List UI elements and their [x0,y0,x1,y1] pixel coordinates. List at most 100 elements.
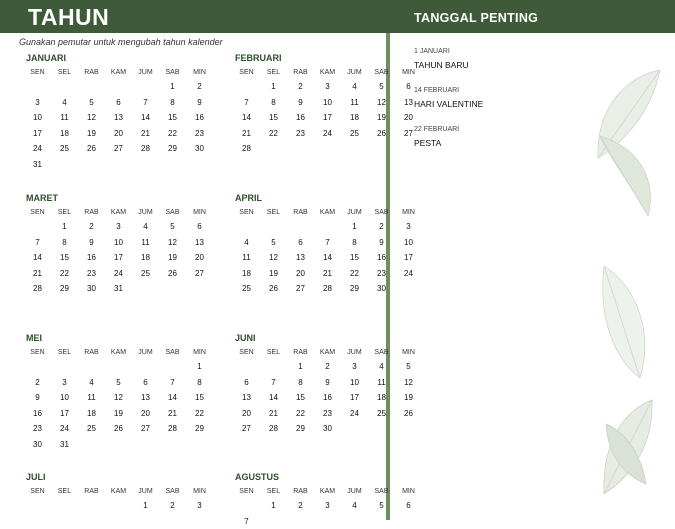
day-cell[interactable]: 9 [186,95,213,111]
day-cell[interactable]: 26 [395,406,422,422]
day-cell[interactable]: 15 [341,250,368,266]
day-cell[interactable]: 23 [24,421,51,437]
day-cell[interactable]: 2 [186,79,213,95]
day-cell[interactable]: 3 [105,219,132,235]
day-cell[interactable]: 14 [233,110,260,126]
day-cell[interactable]: 11 [368,375,395,391]
day-cell[interactable]: 13 [233,390,260,406]
day-cell[interactable]: 16 [287,110,314,126]
day-cell[interactable]: 12 [368,95,395,111]
day-cell[interactable]: 19 [395,390,422,406]
day-cell[interactable]: 20 [233,406,260,422]
day-cell[interactable]: 10 [341,375,368,391]
day-cell[interactable]: 1 [341,219,368,235]
day-cell[interactable]: 30 [78,281,105,297]
day-cell[interactable]: 22 [159,126,186,142]
day-cell[interactable]: 8 [287,375,314,391]
day-cell[interactable]: 4 [368,359,395,375]
day-cell[interactable]: 1 [260,498,287,514]
day-cell[interactable]: 2 [24,375,51,391]
day-cell[interactable]: 17 [341,390,368,406]
day-cell[interactable]: 2 [314,359,341,375]
day-cell[interactable]: 19 [159,250,186,266]
day-cell[interactable]: 5 [368,79,395,95]
day-cell[interactable]: 28 [132,141,159,157]
day-cell[interactable]: 3 [314,79,341,95]
day-cell[interactable]: 25 [368,406,395,422]
day-cell[interactable]: 22 [51,266,78,282]
day-cell[interactable]: 17 [314,110,341,126]
event-name[interactable]: PESTA [414,138,594,148]
day-cell[interactable]: 14 [159,390,186,406]
day-cell[interactable]: 15 [260,110,287,126]
day-cell[interactable]: 27 [287,281,314,297]
day-cell[interactable]: 22 [186,406,213,422]
day-cell[interactable]: 15 [287,390,314,406]
day-cell[interactable]: 17 [395,250,422,266]
day-cell[interactable]: 8 [51,235,78,251]
day-cell[interactable]: 24 [51,421,78,437]
day-cell[interactable]: 21 [24,266,51,282]
day-cell[interactable]: 2 [78,219,105,235]
day-cell[interactable]: 1 [159,79,186,95]
day-cell[interactable]: 7 [233,95,260,111]
day-cell[interactable]: 15 [159,110,186,126]
day-cell[interactable]: 30 [24,437,51,453]
day-cell[interactable]: 27 [233,421,260,437]
day-cell[interactable]: 9 [24,390,51,406]
day-cell[interactable]: 7 [233,514,260,529]
day-cell[interactable]: 28 [159,421,186,437]
day-cell[interactable]: 2 [287,79,314,95]
day-cell[interactable]: 16 [78,250,105,266]
day-cell[interactable]: 12 [395,375,422,391]
day-cell[interactable]: 2 [287,498,314,514]
day-cell[interactable]: 23 [78,266,105,282]
day-cell[interactable]: 5 [159,219,186,235]
day-cell[interactable]: 30 [368,281,395,297]
day-cell[interactable]: 5 [395,359,422,375]
day-cell[interactable]: 7 [132,95,159,111]
day-cell[interactable]: 6 [233,375,260,391]
day-cell[interactable]: 3 [341,359,368,375]
day-cell[interactable]: 3 [314,498,341,514]
day-cell[interactable]: 1 [132,498,159,514]
day-cell[interactable]: 20 [287,266,314,282]
day-cell[interactable]: 9 [314,375,341,391]
day-cell[interactable]: 24 [314,126,341,142]
day-cell[interactable]: 8 [260,95,287,111]
day-cell[interactable]: 12 [159,235,186,251]
day-cell[interactable]: 29 [341,281,368,297]
day-cell[interactable]: 26 [260,281,287,297]
day-cell[interactable]: 5 [105,375,132,391]
day-cell[interactable]: 20 [186,250,213,266]
day-cell[interactable]: 19 [260,266,287,282]
day-cell[interactable]: 2 [159,498,186,514]
day-cell[interactable]: 28 [24,281,51,297]
day-cell[interactable]: 9 [287,95,314,111]
day-cell[interactable]: 25 [233,281,260,297]
day-cell[interactable]: 25 [78,421,105,437]
day-cell[interactable]: 24 [24,141,51,157]
day-cell[interactable]: 26 [78,141,105,157]
day-cell[interactable]: 22 [260,126,287,142]
day-cell[interactable]: 27 [132,421,159,437]
event-name[interactable]: HARI VALENTINE [414,99,594,109]
day-cell[interactable]: 30 [186,141,213,157]
day-cell[interactable]: 22 [341,266,368,282]
day-cell[interactable]: 9 [368,235,395,251]
day-cell[interactable]: 17 [105,250,132,266]
day-cell[interactable]: 10 [24,110,51,126]
day-cell[interactable]: 13 [132,390,159,406]
day-cell[interactable]: 25 [51,141,78,157]
day-cell[interactable]: 11 [233,250,260,266]
day-cell[interactable]: 22 [287,406,314,422]
day-cell[interactable]: 18 [233,266,260,282]
day-cell[interactable]: 10 [105,235,132,251]
day-cell[interactable]: 1 [186,359,213,375]
day-cell[interactable]: 29 [159,141,186,157]
day-cell[interactable]: 7 [24,235,51,251]
day-cell[interactable]: 10 [395,235,422,251]
day-cell[interactable]: 21 [159,406,186,422]
day-cell[interactable]: 10 [51,390,78,406]
day-cell[interactable]: 28 [260,421,287,437]
